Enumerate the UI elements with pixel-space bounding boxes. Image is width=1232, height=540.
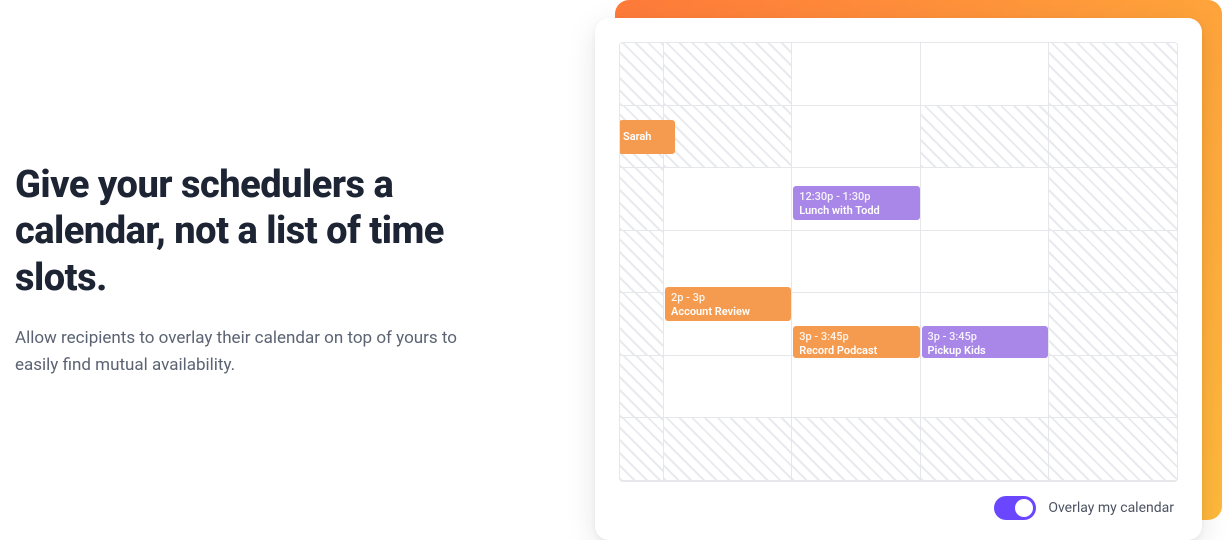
grid-cell [664,231,792,294]
grid-cell [664,43,792,106]
grid-cell [921,418,1049,481]
calendar-preview: Sarah 12:30p - 1:30p Lunch with Todd 2p … [595,0,1202,540]
overlay-toggle-label: Overlay my calendar [1048,500,1174,516]
marketing-copy: Give your schedulers a calendar, not a l… [15,162,505,378]
calendar-event-lunch[interactable]: 12:30p - 1:30p Lunch with Todd [793,186,919,220]
grid-cell [664,418,792,481]
grid-cell [921,106,1049,169]
grid-cell [1049,231,1177,294]
event-title: Sarah [623,130,651,144]
grid-cell [1049,43,1177,106]
grid-cell [664,106,792,169]
grid-cell [1049,168,1177,231]
grid-cell [792,106,920,169]
grid-cell [921,43,1049,106]
grid-cell [664,168,792,231]
subtext: Allow recipients to overlay their calend… [15,325,475,378]
grid-cell [792,231,920,294]
event-time: 3p - 3:45p [928,330,1042,344]
grid-cell [664,356,792,419]
grid-cell [620,418,664,481]
grid-cell [921,231,1049,294]
grid-cell [620,231,664,294]
calendar-event-account-review[interactable]: 2p - 3p Account Review [665,287,791,321]
grid-cell [792,418,920,481]
grid-cell [1049,106,1177,169]
grid-cell [1049,293,1177,356]
event-title: Lunch with Todd [799,204,913,218]
grid-cell [620,293,664,356]
grid-cell [792,43,920,106]
calendar-event-sarah[interactable]: Sarah [619,120,675,154]
calendar-event-pickup-kids[interactable]: 3p - 3:45p Pickup Kids [922,326,1048,358]
event-time: 12:30p - 1:30p [799,190,913,204]
grid-cell [620,43,664,106]
grid-cell [792,356,920,419]
grid-cell [620,356,664,419]
calendar-card: Sarah 12:30p - 1:30p Lunch with Todd 2p … [595,18,1202,540]
grid-cell [1049,356,1177,419]
calendar-grid [620,43,1177,481]
overlay-toggle-row: Overlay my calendar [595,492,1202,540]
event-time: 2p - 3p [671,291,785,305]
headline: Give your schedulers a calendar, not a l… [15,162,505,301]
grid-cell [921,356,1049,419]
event-time: 3p - 3:45p [799,330,913,344]
toggle-knob [1015,499,1033,517]
grid-cell [1049,418,1177,481]
calendar-grid-container: Sarah 12:30p - 1:30p Lunch with Todd 2p … [619,42,1178,482]
overlay-calendar-toggle[interactable] [994,496,1036,520]
event-title: Pickup Kids [928,344,1042,358]
grid-cell [620,168,664,231]
grid-cell [921,168,1049,231]
calendar-event-record-podcast[interactable]: 3p - 3:45p Record Podcast [793,326,919,358]
event-title: Record Podcast [799,344,913,358]
event-title: Account Review [671,305,785,319]
